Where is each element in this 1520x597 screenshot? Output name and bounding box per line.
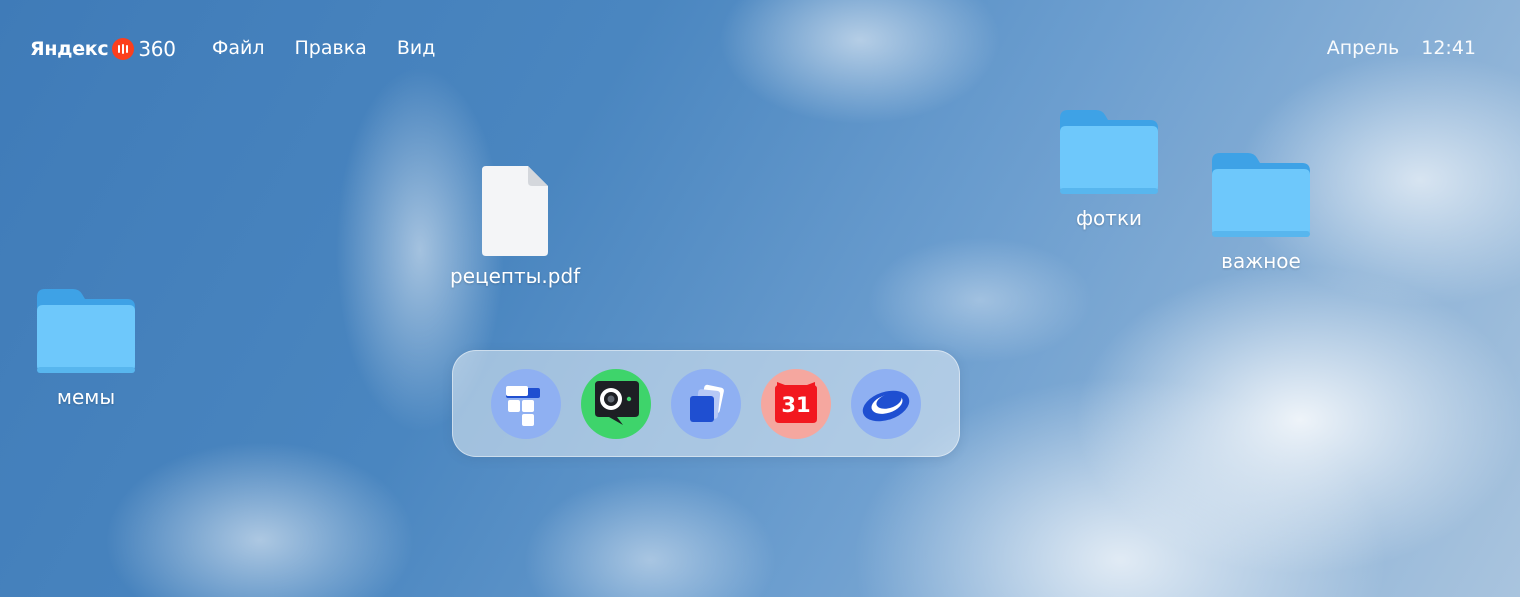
month-label[interactable]: Апрель xyxy=(1327,37,1400,59)
status-area: Апрель 12:41 xyxy=(1327,37,1476,59)
desktop-item-label: мемы xyxy=(56,385,116,409)
clock-time[interactable]: 12:41 xyxy=(1421,37,1476,59)
documents-app-icon xyxy=(690,384,724,422)
dock-app-messenger[interactable] xyxy=(581,368,651,439)
folder-icon xyxy=(37,289,135,373)
disk-app-icon xyxy=(862,390,910,421)
dock-app-disk[interactable] xyxy=(851,368,921,439)
desktop-item-label: рецепты.pdf xyxy=(450,264,581,288)
app-dock: 31 xyxy=(452,350,960,457)
desktop-item-label: важное xyxy=(1221,249,1301,273)
logo-badge-icon xyxy=(112,38,135,60)
menu-view[interactable]: Вид xyxy=(397,37,436,59)
dock-app-documents[interactable] xyxy=(671,368,741,439)
telemost-app-icon xyxy=(506,385,540,426)
menu-edit[interactable]: Правка xyxy=(295,37,367,59)
folder-icon xyxy=(1060,110,1158,194)
calendar-day-badge: 31 xyxy=(781,392,811,417)
top-menu-bar: Яндекс 360 Файл Правка Вид Апрель 12:41 xyxy=(0,0,1520,96)
logo-brand-text: Яндекс xyxy=(30,38,109,60)
dock-app-calendar[interactable]: 31 xyxy=(761,368,831,439)
yandex-360-logo[interactable]: Яндекс 360 xyxy=(30,36,176,62)
folder-icon xyxy=(1212,153,1310,237)
desktop-item-important-folder[interactable]: важное xyxy=(1212,153,1310,273)
desktop-item-photos-folder[interactable]: фотки xyxy=(1060,110,1158,230)
messenger-camera-app-icon xyxy=(595,380,639,425)
pdf-file-icon xyxy=(482,166,549,256)
desktop-item-label: фотки xyxy=(1075,206,1143,230)
menu-file[interactable]: Файл xyxy=(212,37,265,59)
desktop-item-memes-folder[interactable]: мемы xyxy=(37,289,135,409)
desktop-item-recipes-pdf[interactable]: рецепты.pdf xyxy=(450,166,580,288)
main-menu: Файл Правка Вид xyxy=(212,37,465,59)
dock-app-telemost[interactable] xyxy=(491,368,561,439)
logo-suffix-text: 360 xyxy=(138,37,176,61)
